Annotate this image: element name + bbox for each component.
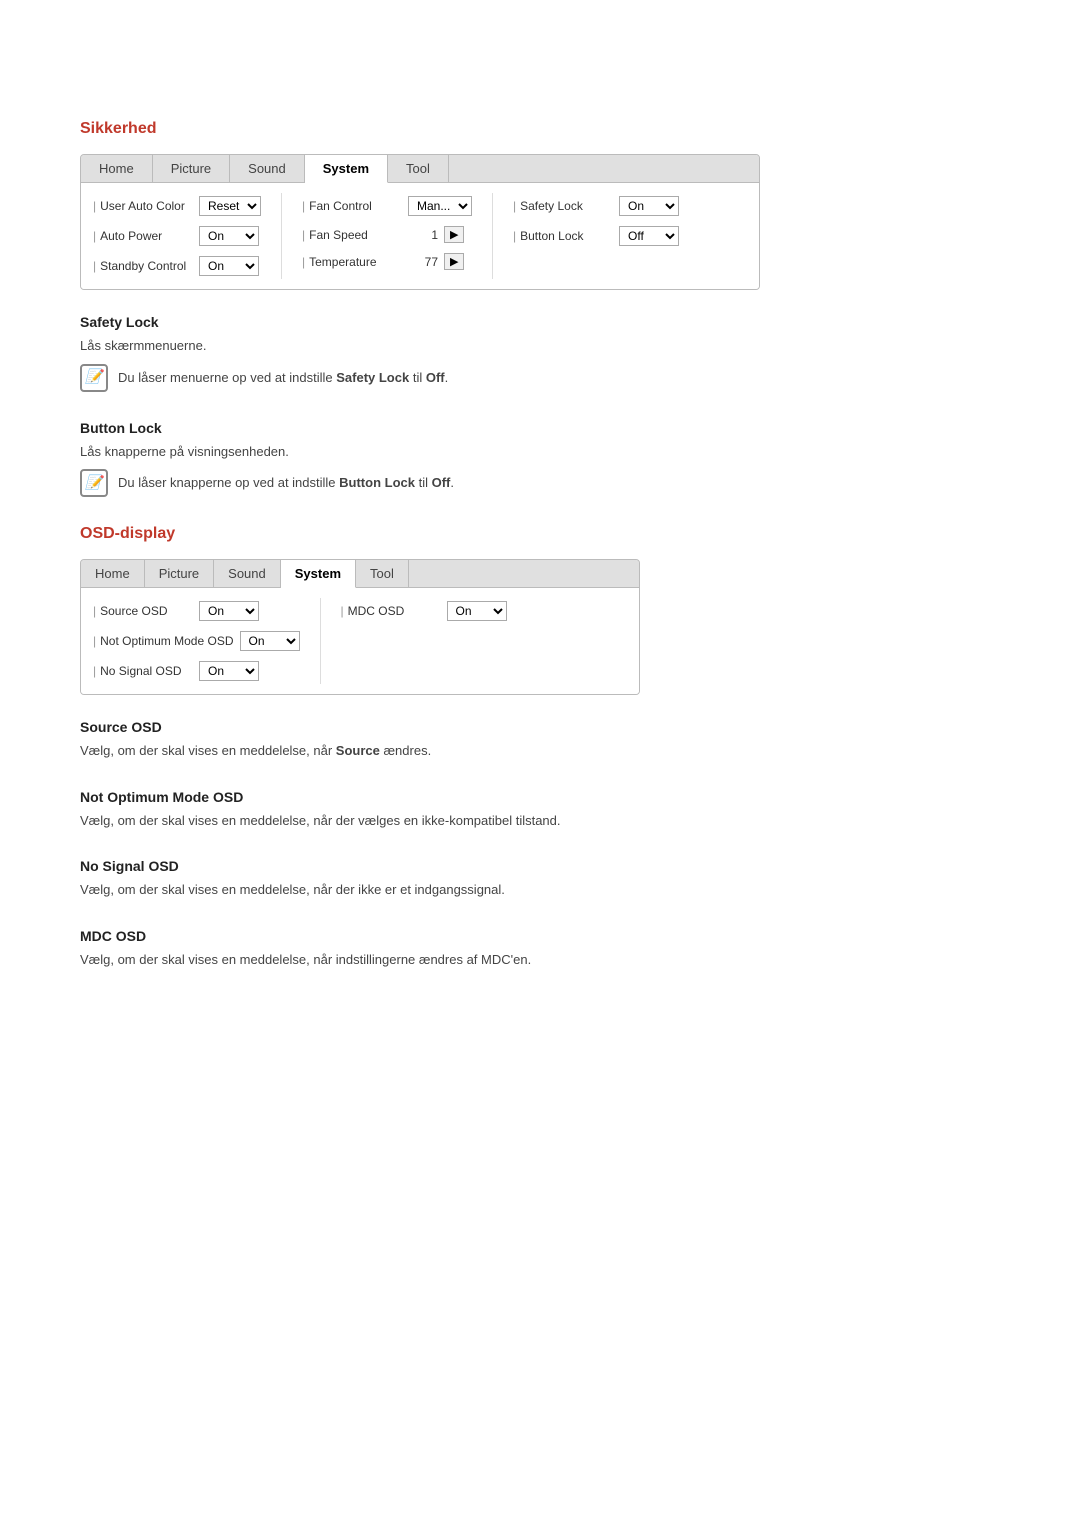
user-auto-color-select[interactable]: Reset [199,196,261,216]
mdc-osd-desc: Vælg, om der skal vises en meddelelse, n… [80,950,1000,970]
not-optimum-row: Not Optimum Mode OSD On Off [93,628,300,654]
mdc-osd-row: MDC OSD On Off [341,598,507,624]
tab-picture-1[interactable]: Picture [153,155,230,182]
fan-control-select[interactable]: Man... Auto [408,196,472,216]
sikkerhed-col-1: User Auto Color Reset Auto Power On Off … [93,193,282,279]
tab-system-2[interactable]: System [281,560,356,588]
no-signal-osd-select[interactable]: On Off [199,661,259,681]
button-lock-bold-1: Button Lock [339,475,415,490]
no-signal-section: No Signal OSD Vælg, om der skal vises en… [80,858,1000,900]
no-signal-desc: Vælg, om der skal vises en meddelelse, n… [80,880,1000,900]
tab-tool-1[interactable]: Tool [388,155,449,182]
mdc-osd-label: MDC OSD [341,604,441,618]
source-osd-label: Source OSD [93,604,193,618]
not-optimum-select[interactable]: On Off [240,631,300,651]
fan-speed-label: Fan Speed [302,228,402,242]
standby-control-select[interactable]: On Off [199,256,259,276]
no-signal-osd-label: No Signal OSD [93,664,193,678]
button-lock-section: Button Lock Lås knapperne på visningsenh… [80,420,1000,498]
sikkerhed-panel-body: User Auto Color Reset Auto Power On Off … [81,183,759,289]
safety-lock-note-text: Du låser menuerne op ved at indstille Sa… [118,364,448,388]
button-lock-note-icon: 📝 [80,469,108,497]
user-auto-color-label: User Auto Color [93,199,193,213]
fan-speed-increase[interactable]: ▶ [444,226,464,243]
button-lock-desc: Lås knapperne på visningsenheden. [80,442,1000,462]
sikkerhed-title: Sikkerhed [80,120,1000,138]
source-osd-desc: Vælg, om der skal vises en meddelelse, n… [80,741,1000,761]
button-lock-select[interactable]: On Off [619,226,679,246]
button-lock-label: Button Lock [513,229,613,243]
not-optimum-label: Not Optimum Mode OSD [93,634,234,648]
button-lock-note-box: 📝 Du låser knapperne op ved at indstille… [80,469,1000,497]
tab-picture-2[interactable]: Picture [145,560,214,587]
tab-sound-2[interactable]: Sound [214,560,281,587]
safety-lock-note-icon: 📝 [80,364,108,392]
safety-lock-section: Safety Lock Lås skærmmenuerne. 📝 Du låse… [80,314,1000,392]
not-optimum-desc: Vælg, om der skal vises en meddelelse, n… [80,811,1000,831]
standby-control-label: Standby Control [93,259,193,273]
osd-display-section: OSD-display Home Picture Sound System To… [80,525,1000,969]
osd-display-title: OSD-display [80,525,1000,543]
osd-panel-body: Source OSD On Off Not Optimum Mode OSD O… [81,588,639,694]
tab-home-2[interactable]: Home [81,560,145,587]
sikkerhed-col-2: Fan Control Man... Auto Fan Speed 1 ▶ Te… [302,193,493,279]
source-bold: Source [336,743,380,758]
sikkerhed-col-3: Safety Lock On Off Button Lock On Off [513,193,699,279]
standby-control-row: Standby Control On Off [93,253,261,279]
not-optimum-section: Not Optimum Mode OSD Vælg, om der skal v… [80,789,1000,831]
temperature-row: Temperature 77 ▶ [302,250,472,273]
button-lock-row: Button Lock On Off [513,223,679,249]
osd-panel: Home Picture Sound System Tool Source OS… [80,559,640,695]
safety-lock-desc: Lås skærmmenuerne. [80,336,1000,356]
no-signal-osd-row: No Signal OSD On Off [93,658,300,684]
fan-speed-row: Fan Speed 1 ▶ [302,223,472,246]
source-osd-row: Source OSD On Off [93,598,300,624]
osd-col-1: Source OSD On Off Not Optimum Mode OSD O… [93,598,321,684]
sikkerhed-section: Sikkerhed Home Picture Sound System Tool… [80,120,1000,497]
auto-power-select[interactable]: On Off [199,226,259,246]
auto-power-label: Auto Power [93,229,193,243]
safety-lock-bold-2: Off [426,370,445,385]
not-optimum-title: Not Optimum Mode OSD [80,789,1000,805]
safety-lock-row: Safety Lock On Off [513,193,679,219]
no-signal-title: No Signal OSD [80,858,1000,874]
temperature-increase[interactable]: ▶ [444,253,464,270]
fan-control-label: Fan Control [302,199,402,213]
source-osd-select[interactable]: On Off [199,601,259,621]
user-auto-color-row: User Auto Color Reset [93,193,261,219]
temperature-value: 77 [408,255,438,269]
osd-tabs: Home Picture Sound System Tool [81,560,639,588]
button-lock-note-text: Du låser knapperne op ved at indstille B… [118,469,454,493]
sikkerhed-tabs: Home Picture Sound System Tool [81,155,759,183]
safety-lock-bold-1: Safety Lock [336,370,409,385]
safety-lock-note-box: 📝 Du låser menuerne op ved at indstille … [80,364,1000,392]
safety-lock-title: Safety Lock [80,314,1000,330]
mdc-osd-title: MDC OSD [80,928,1000,944]
fan-speed-value: 1 [408,228,438,242]
temperature-label: Temperature [302,255,402,269]
button-lock-bold-2: Off [432,475,451,490]
osd-col-2: MDC OSD On Off [341,598,527,684]
sikkerhed-panel: Home Picture Sound System Tool User Auto… [80,154,760,290]
safety-lock-select[interactable]: On Off [619,196,679,216]
mdc-osd-section: MDC OSD Vælg, om der skal vises en medde… [80,928,1000,970]
safety-lock-label: Safety Lock [513,199,613,213]
button-lock-title: Button Lock [80,420,1000,436]
tab-system-1[interactable]: System [305,155,388,183]
tab-tool-2[interactable]: Tool [356,560,409,587]
tab-home-1[interactable]: Home [81,155,153,182]
mdc-osd-select[interactable]: On Off [447,601,507,621]
source-osd-title: Source OSD [80,719,1000,735]
tab-sound-1[interactable]: Sound [230,155,305,182]
auto-power-row: Auto Power On Off [93,223,261,249]
fan-control-row: Fan Control Man... Auto [302,193,472,219]
source-osd-section: Source OSD Vælg, om der skal vises en me… [80,719,1000,761]
